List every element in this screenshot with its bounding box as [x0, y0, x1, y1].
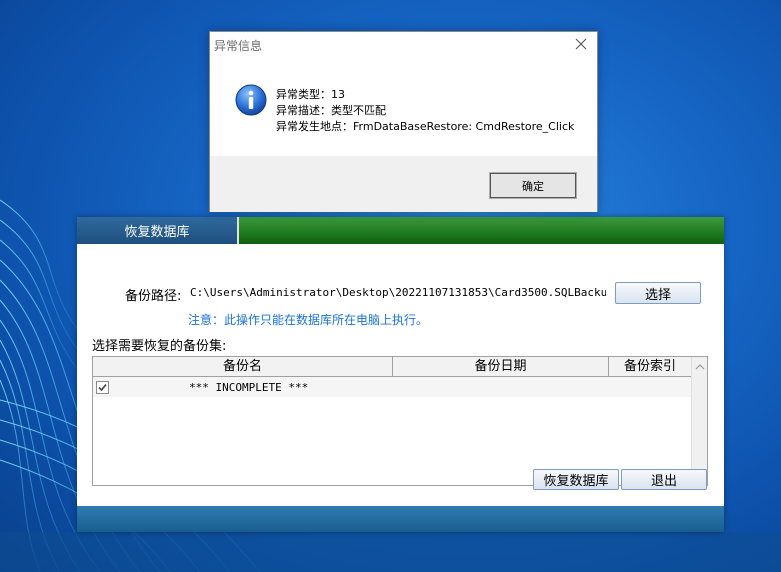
column-header-index[interactable]: 备份索引: [609, 357, 692, 377]
ok-button[interactable]: 确定: [489, 172, 577, 199]
tab-restore-database[interactable]: 恢复数据库: [77, 217, 239, 244]
notice-text: 注意：此操作只能在数据库所在电脑上执行。: [188, 313, 429, 327]
table-scrollbar[interactable]: [691, 357, 707, 485]
restore-database-button[interactable]: 恢复数据库: [533, 469, 619, 490]
error-type-text: 异常类型：13: [276, 88, 345, 101]
dialog-body: 备份路径: C:\Users\Administrator\Desktop\202…: [77, 244, 724, 506]
backup-set-label: 选择需要恢复的备份集:: [92, 339, 227, 354]
close-icon: [575, 38, 587, 50]
error-description-text: 异常描述：类型不匹配: [276, 104, 386, 117]
error-message-dialog: 异常信息 异常类型：13 异常描述：类型不匹配 异常发生地点：FrmDataBa…: [209, 31, 598, 212]
scroll-up-icon[interactable]: [692, 359, 708, 375]
browse-button[interactable]: 选择: [615, 282, 701, 304]
table-row[interactable]: *** INCOMPLETE ***: [93, 377, 692, 397]
dialog-footer-bar: [77, 506, 724, 532]
backup-name-cell: *** INCOMPLETE ***: [189, 380, 309, 394]
restore-database-dialog: 恢复数据库 备份路径: C:\Users\Administrator\Deskt…: [77, 217, 724, 532]
backup-path-input[interactable]: C:\Users\Administrator\Desktop\202211071…: [185, 282, 607, 304]
backup-set-table[interactable]: 备份名 备份日期 备份索引 *** INCOMPLETE ***: [92, 356, 708, 486]
title-bar: 恢复数据库: [77, 217, 724, 244]
column-header-name[interactable]: 备份名: [93, 357, 393, 377]
row-checkbox[interactable]: [96, 380, 109, 394]
error-location-text: 异常发生地点：FrmDataBaseRestore: CmdRestore_Cl…: [276, 120, 575, 133]
column-header-date[interactable]: 备份日期: [393, 357, 609, 377]
error-dialog-title: 异常信息: [214, 39, 263, 53]
close-button[interactable]: [571, 34, 591, 54]
checkmark-icon: [98, 383, 107, 391]
backup-path-label: 备份路径:: [125, 289, 182, 304]
table-header: 备份名 备份日期 备份索引: [93, 357, 692, 377]
exit-button[interactable]: 退出: [621, 469, 707, 490]
info-icon: [235, 84, 267, 116]
